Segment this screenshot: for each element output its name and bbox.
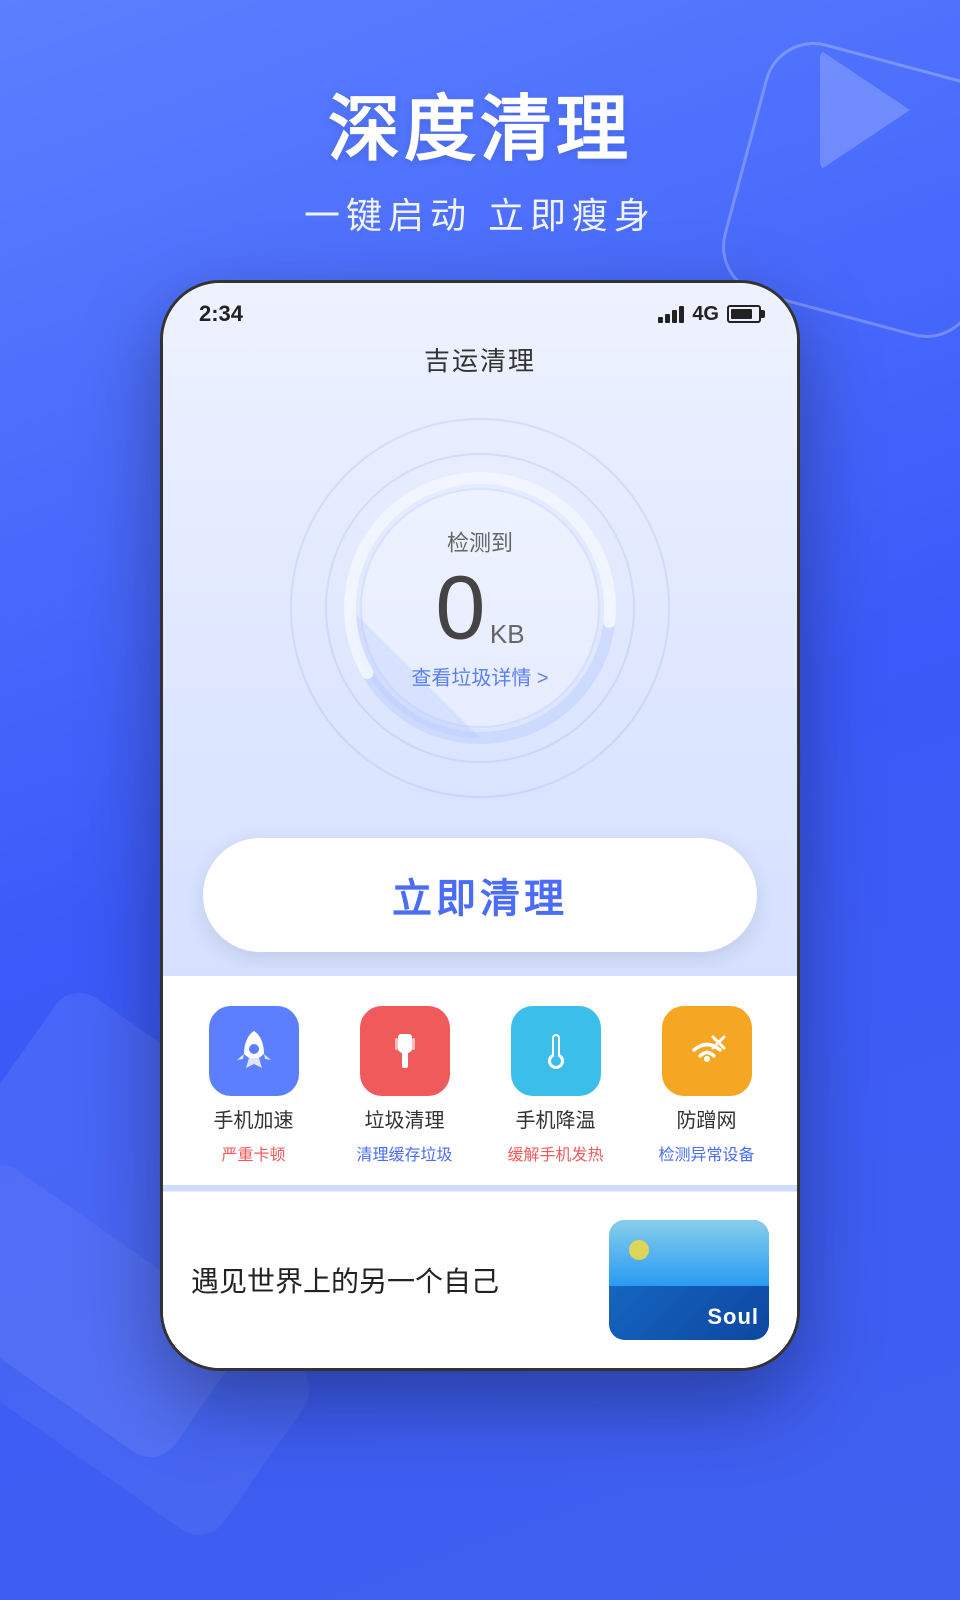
gauge-detail-link[interactable]: 查看垃圾详情 > <box>411 662 548 691</box>
phone-screen: 2:34 4G 吉运清理 <box>163 283 797 1368</box>
gauge-value-row: 0 KB <box>411 564 548 654</box>
feature-name-trash: 垃圾清理 <box>365 1104 445 1133</box>
clean-button[interactable]: 立即清理 <box>203 838 757 952</box>
battery-icon <box>727 305 761 323</box>
ad-text: 遇见世界上的另一个自己 <box>191 1260 589 1300</box>
feature-status-speed: 严重卡顿 <box>221 1141 285 1165</box>
wifi-x-icon <box>682 1026 732 1076</box>
signal-icon <box>658 306 684 323</box>
feature-grid: 手机加速 严重卡顿 垃圾清理 清理缓存垃圾 <box>163 976 797 1185</box>
status-time: 2:34 <box>199 301 243 327</box>
ad-banner[interactable]: 遇见世界上的另一个自己 Soul <box>163 1191 797 1368</box>
feature-status-wifi: 检测异常设备 <box>658 1141 754 1165</box>
network-label: 4G <box>692 303 719 326</box>
app-title: 吉运清理 <box>163 327 797 378</box>
feature-name-wifi: 防蹭网 <box>677 1104 737 1133</box>
gauge-area: 检测到 0 KB 查看垃圾详情 > <box>163 378 797 818</box>
gauge-content: 检测到 0 KB 查看垃圾详情 > <box>411 526 548 691</box>
status-bar: 2:34 4G <box>163 283 797 327</box>
feature-icon-speed <box>209 1006 299 1096</box>
gauge-unit: KB <box>490 619 525 649</box>
gauge-label: 检测到 <box>411 526 548 558</box>
brush-icon <box>380 1026 430 1076</box>
feature-icon-cool <box>511 1006 601 1096</box>
feature-status-trash: 清理缓存垃圾 <box>356 1141 452 1165</box>
status-right-icons: 4G <box>658 303 761 326</box>
clean-button-area: 立即清理 <box>163 818 797 976</box>
ad-image: Soul <box>609 1220 769 1340</box>
header-section: 深度清理 一键启动 立即瘦身 <box>0 70 960 239</box>
feature-item-trash[interactable]: 垃圾清理 清理缓存垃圾 <box>334 1006 475 1165</box>
gauge-container: 检测到 0 KB 查看垃圾详情 > <box>290 418 670 798</box>
feature-icon-wifi <box>662 1006 752 1096</box>
feature-item-cool[interactable]: 手机降温 缓解手机发热 <box>485 1006 626 1165</box>
main-title: 深度清理 <box>0 70 960 175</box>
phone-body: 2:34 4G 吉运清理 <box>160 280 800 1371</box>
feature-item-wifi[interactable]: 防蹭网 检测异常设备 <box>636 1006 777 1165</box>
battery-fill <box>731 309 752 319</box>
sun-decoration <box>619 1230 659 1270</box>
feature-item-speed[interactable]: 手机加速 严重卡顿 <box>183 1006 324 1165</box>
feature-status-cool: 缓解手机发热 <box>507 1141 603 1165</box>
sub-title: 一键启动 立即瘦身 <box>0 187 960 239</box>
gauge-value: 0 <box>435 559 485 659</box>
ad-app-name: Soul <box>707 1304 759 1330</box>
feature-icon-trash <box>360 1006 450 1096</box>
rocket-icon <box>229 1026 279 1076</box>
feature-name-speed: 手机加速 <box>214 1104 294 1133</box>
thermometer-icon <box>531 1026 581 1076</box>
phone-mockup: 2:34 4G 吉运清理 <box>160 280 800 1371</box>
feature-name-cool: 手机降温 <box>516 1104 596 1133</box>
